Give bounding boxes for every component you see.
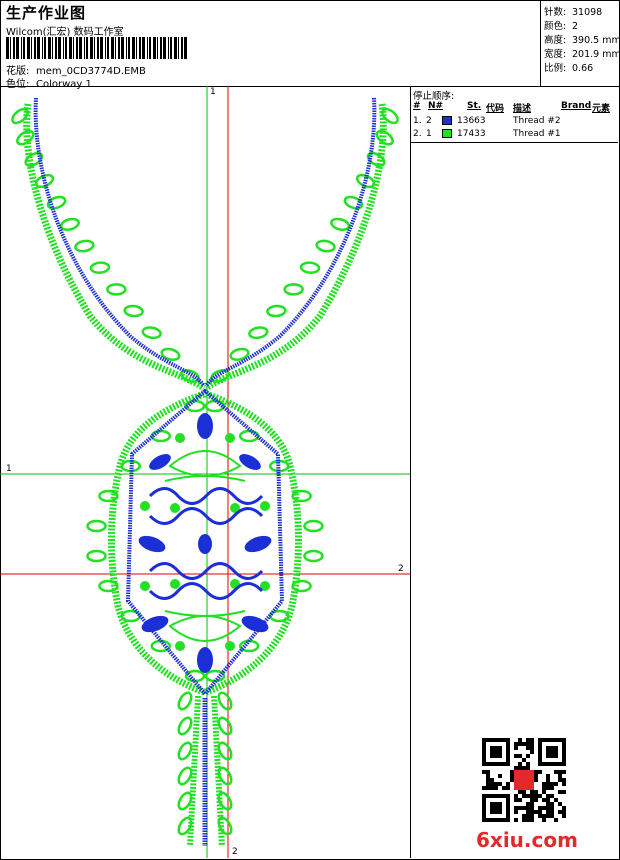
axis-label-2-right: 2: [398, 564, 404, 574]
thread-row: 2. 1 17433 Thread #1: [410, 129, 618, 141]
page-title: 生产作业图: [6, 4, 87, 22]
thread-color-swatch: [442, 129, 452, 138]
stat-stitches: 针数: 31098: [544, 7, 603, 18]
green-leaf-loop: [330, 217, 351, 231]
green-dot: [260, 501, 270, 511]
col-element: 元素: [592, 104, 611, 114]
col-needle: N#: [428, 101, 444, 111]
green-leaf-loop: [248, 326, 269, 340]
green-dot: [175, 641, 185, 651]
barcode: [6, 37, 187, 59]
thread-order: 2.: [413, 129, 422, 139]
green-leaf-loop: [217, 691, 233, 711]
green-leaf-loop: [86, 519, 107, 533]
green-leaf-loop: [283, 283, 304, 296]
green-leaf-loop: [303, 549, 324, 563]
axis-label-1-left: 1: [6, 464, 12, 474]
axis-label-2-bottom: 2: [232, 847, 238, 857]
thread-sequence-panel: 停止顺序: # N# St. 代码 描述 Brand 元素 1. 2 13663…: [410, 86, 618, 143]
green-dot: [225, 433, 235, 443]
green-leaf-loop: [217, 741, 233, 761]
green-leaf-loop: [177, 741, 193, 761]
green-leaf-loop: [217, 716, 233, 736]
col-brand: Brand: [561, 101, 592, 111]
col-order: #: [413, 101, 421, 111]
thread-color-swatch: [442, 116, 452, 125]
thread-panel-title: 停止顺序:: [413, 91, 455, 102]
green-leaf-loop: [184, 669, 206, 683]
col-stitches: St.: [467, 101, 482, 111]
green-dot: [225, 641, 235, 651]
green-dot: [140, 501, 150, 511]
header-panel: 生产作业图 Wilcom(汇宏) 数码工作室 花版: mem_0CD3774D.E…: [0, 0, 540, 90]
green-leaf-loop: [303, 519, 324, 533]
green-leaf-loop: [266, 304, 287, 318]
green-leaf-loop: [375, 129, 394, 146]
col-code: 代码: [486, 104, 505, 114]
green-leaf-loop: [141, 326, 162, 340]
col-description: 描述: [513, 104, 532, 114]
green-leaf-loop: [184, 399, 206, 413]
green-leaf-loop: [291, 489, 312, 503]
stat-height: 高度: 390.5 mm: [544, 35, 620, 46]
green-leaf-loop: [177, 766, 193, 786]
green-leaf-loop: [315, 239, 336, 253]
green-leaf-loop: [98, 489, 119, 503]
green-dot: [175, 433, 185, 443]
thread-row: 1. 2 13663 Thread #2: [410, 116, 618, 128]
green-leaf-loop: [86, 549, 107, 563]
green-leaf-loop: [177, 691, 193, 711]
green-leaf-loop: [177, 716, 193, 736]
embroidery-design: [0, 86, 410, 858]
stats-panel: 针数: 31098 颜色: 2 高度: 390.5 mm 宽度: 201.9 mm 比例…: [540, 0, 620, 87]
thread-description: Thread #1: [513, 129, 561, 139]
thread-needle: 1: [426, 129, 432, 139]
green-dot: [170, 579, 180, 589]
green-dot: [170, 503, 180, 513]
thread-needle: 2: [426, 116, 432, 126]
qr-code: [482, 738, 566, 822]
green-leaf-loop: [217, 766, 233, 786]
company-name: Wilcom(汇宏) 数码工作室: [6, 27, 124, 38]
green-leaf-loop: [16, 129, 35, 146]
stat-width: 宽度: 201.9 mm: [544, 49, 620, 60]
stat-colors: 颜色: 2: [544, 21, 579, 32]
embroidery-design-area: 1 1 2 2: [0, 86, 411, 858]
green-leaf-loop: [299, 261, 321, 274]
green-leaf-loop: [123, 304, 144, 318]
thread-stitches: 13663: [457, 116, 486, 126]
thread-order: 1.: [413, 116, 422, 126]
green-leaf-loop: [59, 217, 80, 231]
thread-stitches: 17433: [457, 129, 486, 139]
stat-scale: 比例: 0.66: [544, 63, 594, 74]
green-leaf-loop: [74, 239, 95, 253]
thread-description: Thread #2: [513, 116, 561, 126]
green-leaf-loop: [106, 283, 127, 296]
green-dot: [140, 581, 150, 591]
blue-necklace-line: [33, 97, 377, 846]
green-leaf-loop: [89, 261, 111, 274]
watermark: 6xiu.com: [476, 828, 578, 852]
axis-label-1-top: 1: [210, 87, 216, 97]
qr-logo: [514, 770, 534, 790]
